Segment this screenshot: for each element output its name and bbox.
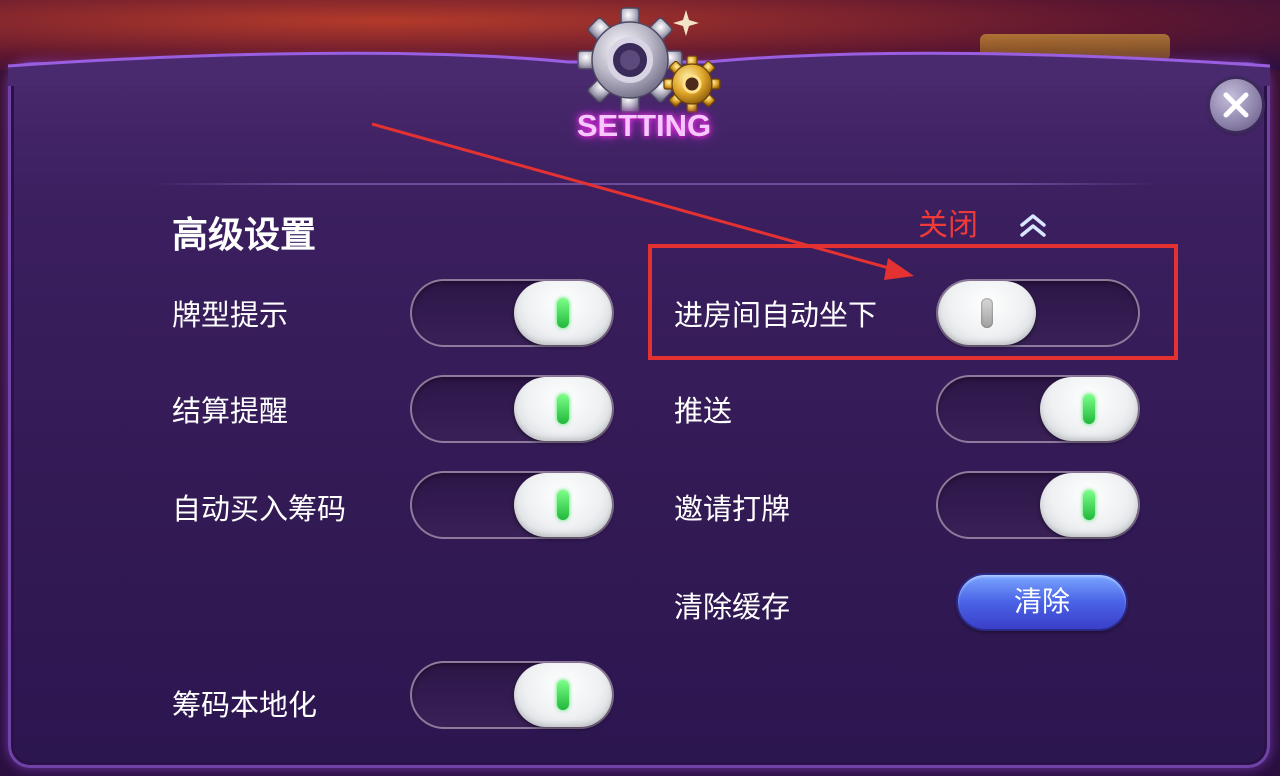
setting-label-card-hint: 牌型提示: [172, 298, 289, 332]
toggle-indicator: [1083, 394, 1095, 424]
toggle-invite-play[interactable]: [936, 471, 1140, 539]
toggle-knob: [514, 473, 612, 537]
toggle-chips-localization[interactable]: [410, 661, 614, 729]
setting-label-chips-localization: 筹码本地化: [172, 688, 318, 722]
toggle-knob: [514, 663, 612, 727]
setting-label-invite-play: 邀请打牌: [674, 492, 791, 526]
annotation-highlight-box: [648, 244, 1178, 360]
toggle-knob: [1040, 377, 1138, 441]
setting-label-push: 推送: [674, 394, 733, 428]
toggle-knob: [514, 281, 612, 345]
toggle-push[interactable]: [936, 375, 1140, 443]
toggle-card-hint[interactable]: [410, 279, 614, 347]
setting-label-auto-buy-chips: 自动买入筹码: [172, 492, 347, 526]
close-icon: [1223, 92, 1249, 118]
double-chevron-up-icon: [1020, 214, 1046, 237]
toggle-indicator: [557, 394, 569, 424]
close-button[interactable]: [1210, 79, 1262, 131]
toggle-indicator: [557, 680, 569, 710]
toggle-indicator: [557, 298, 569, 328]
toggle-knob: [514, 377, 612, 441]
section-title: 高级设置: [172, 215, 317, 256]
annotation-label: 关闭: [918, 208, 978, 243]
settings-title: SETTING: [576, 108, 712, 143]
gear-icon: [577, 7, 721, 113]
toggle-settlement-reminder[interactable]: [410, 375, 614, 443]
toggle-auto-buy-chips[interactable]: [410, 471, 614, 539]
toggle-knob: [1040, 473, 1138, 537]
setting-label-settlement-reminder: 结算提醒: [172, 394, 289, 428]
toggle-indicator: [557, 490, 569, 520]
clear-cache-button[interactable]: 清除: [958, 575, 1126, 629]
setting-label-clear-cache: 清除缓存: [674, 590, 791, 624]
toggle-indicator: [1083, 490, 1095, 520]
header-divider: [150, 183, 1160, 185]
